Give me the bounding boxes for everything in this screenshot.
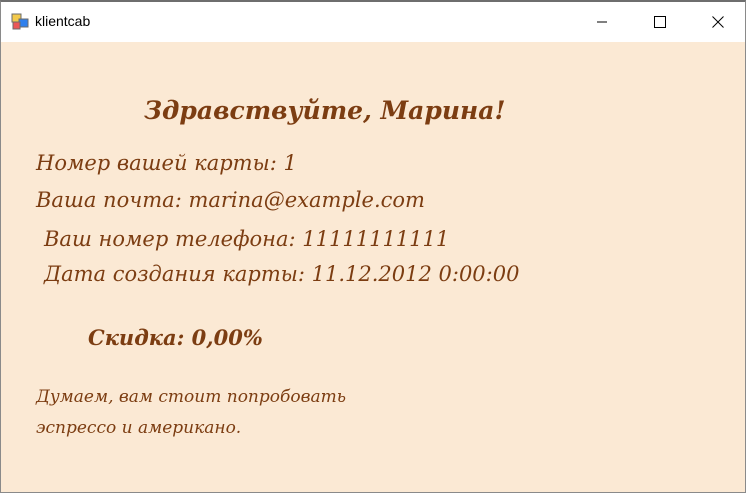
app-icon xyxy=(11,13,29,30)
phone-label: Ваш номер телефона: 11111111111 xyxy=(44,227,450,251)
email-label: Ваша почта: marina@example.com xyxy=(36,188,425,212)
minimize-icon xyxy=(597,21,607,23)
close-button[interactable] xyxy=(689,2,745,42)
close-icon xyxy=(712,16,724,28)
advice-line-2: эспрессо и американо. xyxy=(36,418,242,438)
advice-text: Думаем, вам стоит попробовать эспрессо и… xyxy=(36,382,456,444)
minimize-button[interactable] xyxy=(573,2,631,42)
maximize-button[interactable] xyxy=(631,2,689,42)
maximize-icon xyxy=(654,16,666,28)
card-number-label: Номер вашей карты: 1 xyxy=(36,151,297,175)
client-area: Здравствуйте, Марина! Номер вашей карты:… xyxy=(1,42,745,492)
greeting-label: Здравствуйте, Марина! xyxy=(144,96,506,125)
advice-line-1: Думаем, вам стоит попробовать xyxy=(36,387,347,407)
discount-label: Скидка: 0,00% xyxy=(88,325,263,350)
app-window: klientcab Здравствуйте, Марина! Номер ва… xyxy=(0,0,746,493)
card-created-label: Дата создания карты: 11.12.2012 0:00:00 xyxy=(44,262,520,286)
title-bar[interactable]: klientcab xyxy=(1,2,745,42)
window-title: klientcab xyxy=(35,13,91,29)
